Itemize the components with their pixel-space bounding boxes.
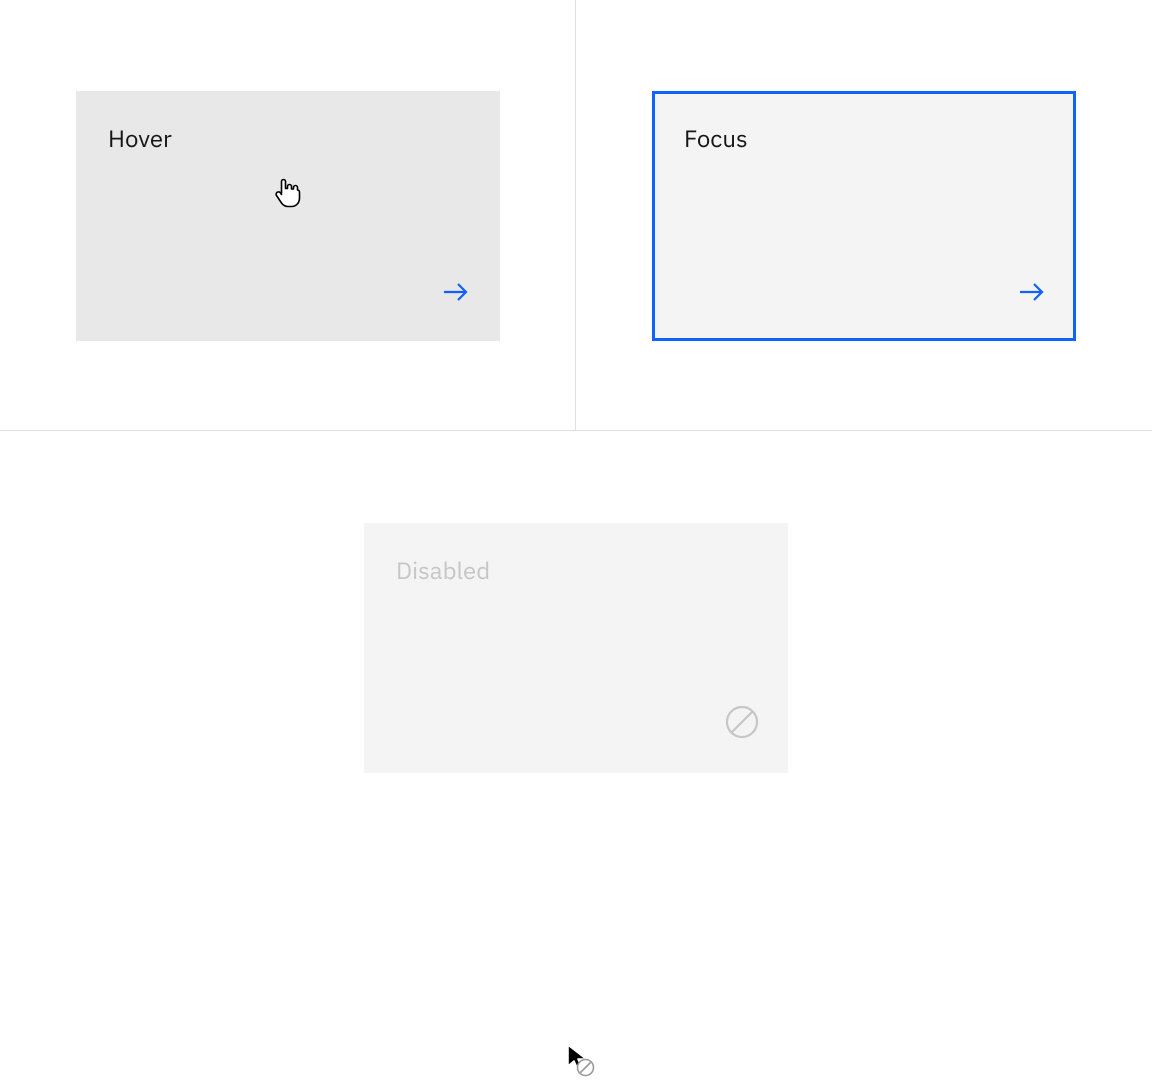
tile-hover[interactable]: Hover (76, 91, 500, 341)
arrow-right-icon (1016, 276, 1048, 313)
tile-focus-label: Focus (684, 123, 1044, 154)
hover-cell: Hover (0, 0, 576, 430)
tile-focus[interactable]: Focus (652, 91, 1076, 341)
tile-hover-label: Hover (108, 123, 468, 154)
states-bottom-row: Disabled (0, 431, 1152, 864)
not-allowed-cursor-icon (566, 1044, 596, 1083)
arrow-right-icon (440, 276, 472, 313)
states-top-row: Hover Focus (0, 0, 1152, 431)
tile-disabled: Disabled (364, 523, 788, 773)
no-symbol-icon (724, 704, 760, 745)
focus-cell: Focus (576, 0, 1152, 430)
tile-disabled-label: Disabled (396, 555, 756, 586)
